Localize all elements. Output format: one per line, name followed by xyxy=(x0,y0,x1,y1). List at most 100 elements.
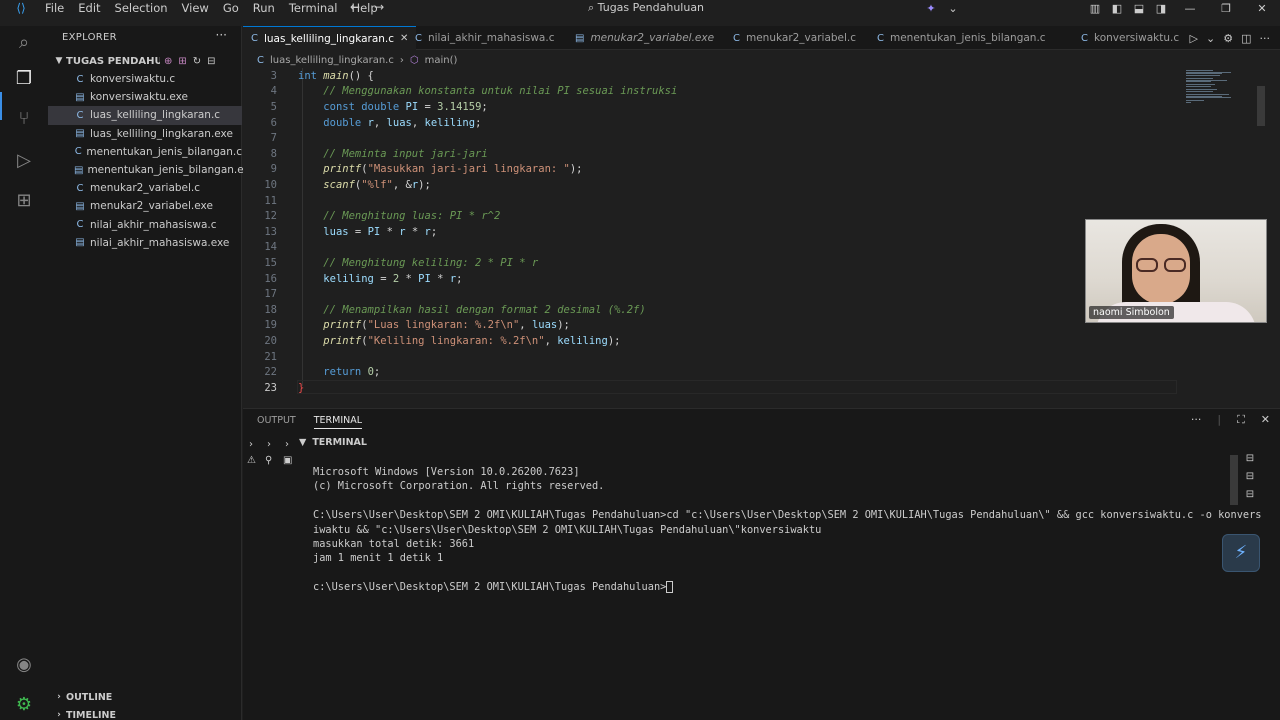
editor-tab[interactable]: Ckonversiwaktu.c xyxy=(1073,26,1187,50)
terminal-output[interactable]: Microsoft Windows [Version 10.0.26200.76… xyxy=(313,465,1262,595)
more-actions-icon[interactable]: ··· xyxy=(1260,32,1271,45)
restore-button[interactable]: ❐ xyxy=(1208,2,1244,15)
settings-gear-icon[interactable]: ⚙ xyxy=(1223,32,1233,45)
toggle-sidebar-icon[interactable]: ◧ xyxy=(1106,2,1128,15)
toggle-secondary-sidebar-icon[interactable]: ◨ xyxy=(1150,2,1172,15)
editor-tab[interactable]: ▤ menukar2_variabel.exe xyxy=(567,26,722,50)
account-icon[interactable]: ◉ xyxy=(0,654,48,675)
back-arrow-icon[interactable]: ← xyxy=(350,0,360,14)
breadcrumb-file[interactable]: luas_kelliling_lingkaran.c xyxy=(270,55,394,66)
forward-arrow-icon[interactable]: → xyxy=(374,0,384,14)
file-item[interactable]: ▤ konversiwaktu.exe xyxy=(48,88,242,106)
tab-label: menukar2_variabel.c xyxy=(745,32,857,44)
terminal-list: ⊟ ⊟ ⊟ xyxy=(1242,453,1258,507)
menu-terminal[interactable]: Terminal xyxy=(282,0,345,16)
file-item[interactable]: ▤ nilai_akhir_mahasiswa.exe xyxy=(48,234,242,252)
editor-tab[interactable]: Cmenukar2_variabel.c xyxy=(725,26,864,50)
run-debug-icon[interactable]: ▷ xyxy=(0,150,48,171)
pin-icon[interactable]: ⚲ xyxy=(265,455,272,466)
line-number: 4 xyxy=(270,85,277,98)
file-item[interactable]: ▤ luas_kelliling_lingkaran.exe xyxy=(48,125,242,143)
code-line: 17 xyxy=(243,286,1180,302)
code-editor[interactable]: 3 int main() {4 // Menggunakan konstanta … xyxy=(243,68,1180,398)
breadcrumb-symbol[interactable]: main() xyxy=(425,55,458,66)
file-item[interactable]: ▤ menukar2_variabel.exe xyxy=(48,197,242,215)
chevron-down-icon[interactable]: ⌄ xyxy=(942,2,964,15)
timeline-section[interactable]: › TIMELINE xyxy=(48,706,242,720)
explorer-icon[interactable]: ❐ xyxy=(0,68,48,89)
file-item[interactable]: Cmenukar2_variabel.c xyxy=(48,179,242,197)
code-line: 15 // Menghitung keliling: 2 * PI * r xyxy=(243,255,1180,271)
close-window-button[interactable]: ✕ xyxy=(1244,2,1280,15)
file-item[interactable]: Ckonversiwaktu.c xyxy=(48,70,242,88)
terminal-line: C:\Users\User\Desktop\SEM 2 OMI\KULIAH\T… xyxy=(313,509,1262,522)
chevron-down-icon[interactable]: ⌄ xyxy=(1206,32,1215,45)
terminal-instance-icon[interactable]: ⊟ xyxy=(1242,489,1258,507)
terminal-instance-icon[interactable]: ⊟ xyxy=(1242,453,1258,471)
image-icon[interactable]: ▣ xyxy=(283,455,292,466)
close-panel-icon[interactable]: ✕ xyxy=(1261,413,1270,427)
menu-go[interactable]: Go xyxy=(216,0,246,16)
exe-file-icon: ▤ xyxy=(74,164,84,176)
minimize-button[interactable]: — xyxy=(1172,2,1208,15)
folder-header[interactable]: ▼ TUGAS PENDAHUL... ⊕ ⊞ ↻ ⊟ xyxy=(48,52,242,70)
c-file-icon: C xyxy=(733,32,740,44)
collapse-all-icon[interactable]: ⊟ xyxy=(207,56,215,67)
editor-tab[interactable]: Cnilai_akhir_mahasiswa.c xyxy=(407,26,562,50)
tab-terminal[interactable]: TERMINAL xyxy=(313,415,363,429)
manage-gear-icon[interactable]: ⚙ xyxy=(0,694,48,715)
editor-tab[interactable]: Cmenentukan_jenis_bilangan.c xyxy=(869,26,1054,50)
more-actions-icon[interactable]: ··· xyxy=(216,28,227,42)
editor-scrollbar[interactable] xyxy=(1257,86,1265,126)
code-line: 11 xyxy=(243,193,1180,209)
more-actions-icon[interactable]: ··· xyxy=(1191,413,1202,427)
source-control-icon[interactable]: ⑂ xyxy=(0,108,48,129)
terminal-scrollbar[interactable] xyxy=(1230,455,1238,505)
file-item[interactable]: Cmenentukan_jenis_bilangan.c xyxy=(48,143,242,161)
editor-tab[interactable]: Cluas_kelliling_lingkaran.c ✕ xyxy=(243,26,417,50)
file-item[interactable]: ▤ menentukan_jenis_bilangan.exe xyxy=(48,161,256,179)
terminal-instance-icon[interactable]: ⊟ xyxy=(1242,471,1258,489)
panel-divider: | xyxy=(1217,413,1222,426)
chevron-right-icon[interactable]: › xyxy=(267,439,271,450)
terminal-line: iwaktu && "c:\Users\User\Desktop\SEM 2 O… xyxy=(313,523,822,536)
outline-section[interactable]: › OUTLINE xyxy=(48,688,242,706)
menu-edit[interactable]: Edit xyxy=(71,0,107,16)
tab-output[interactable]: OUTPUT xyxy=(257,415,296,429)
run-code-icon[interactable]: ▷ xyxy=(1190,32,1198,45)
minimap-line xyxy=(1186,86,1212,87)
line-number: 22 xyxy=(264,366,277,379)
refresh-icon[interactable]: ↻ xyxy=(193,56,201,67)
file-name: menukar2_variabel.exe xyxy=(90,200,213,213)
editor-actions: ▷ ⌄ ⚙ ◫ ··· xyxy=(1190,26,1270,50)
line-number: 23 xyxy=(264,381,277,394)
layout-customize-icon[interactable]: ▥ xyxy=(1084,2,1106,15)
toggle-panel-icon[interactable]: ⬓ xyxy=(1128,2,1150,15)
menu-view[interactable]: View xyxy=(175,0,216,16)
new-file-icon[interactable]: ⊕ xyxy=(164,56,172,67)
minimap-line xyxy=(1186,97,1231,99)
split-editor-icon[interactable]: ◫ xyxy=(1241,32,1251,45)
maximize-panel-icon[interactable]: ⛶ xyxy=(1237,413,1245,427)
floating-app-icon[interactable]: ⚡ xyxy=(1222,534,1260,572)
line-number: 7 xyxy=(270,132,277,145)
command-center[interactable]: ⌕ Tugas Pendahuluan xyxy=(588,0,704,16)
warning-icon[interactable]: ⚠ xyxy=(247,455,256,466)
menu-file[interactable]: File xyxy=(38,0,71,16)
menu-selection[interactable]: Selection xyxy=(108,0,175,16)
code-line: 18 // Menampilkan hasil dengan format 2 … xyxy=(243,302,1180,318)
file-item[interactable]: Cnilai_akhir_mahasiswa.c xyxy=(48,216,242,234)
chevron-right-icon[interactable]: › xyxy=(249,439,253,450)
terminal-header[interactable]: ▼ TERMINAL xyxy=(299,437,367,448)
file-item[interactable]: Cluas_kelliling_lingkaran.c xyxy=(48,106,242,125)
menu-run[interactable]: Run xyxy=(246,0,282,16)
webcam-overlay: naomi Simbolon xyxy=(1085,219,1267,323)
line-number: 14 xyxy=(264,241,277,254)
new-folder-icon[interactable]: ⊞ xyxy=(178,56,186,67)
nav-arrows: ← → xyxy=(350,0,384,14)
copilot-icon[interactable]: ✦ xyxy=(920,2,942,15)
extensions-icon[interactable]: ⊞ xyxy=(0,190,48,211)
chevron-right-icon[interactable]: › xyxy=(285,439,289,450)
search-icon[interactable]: ⌕ xyxy=(0,32,48,53)
